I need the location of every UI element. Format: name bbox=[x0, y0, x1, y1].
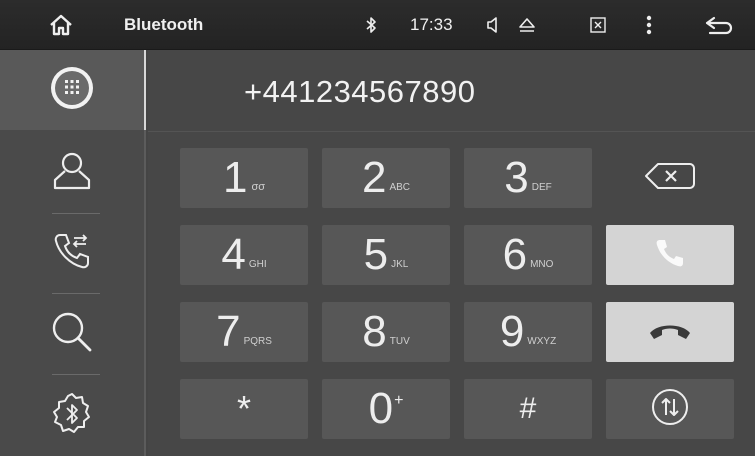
key-letters: MNO bbox=[530, 258, 554, 270]
switch-audio-button[interactable] bbox=[606, 379, 734, 439]
back-icon bbox=[704, 15, 734, 35]
hang-up-button[interactable] bbox=[606, 302, 734, 362]
sidebar-item-contacts[interactable] bbox=[0, 142, 144, 204]
sidebar-item-call-log[interactable] bbox=[0, 222, 144, 284]
call-log-icon bbox=[52, 231, 92, 276]
more-menu-button[interactable] bbox=[639, 0, 659, 50]
key-digit: 1 bbox=[222, 153, 248, 202]
contacts-icon bbox=[52, 150, 92, 197]
voicemail-label: σσ bbox=[251, 181, 266, 193]
dialer-panel: +441234567890 1 σσ 2 ABC 3 DEF 4 GHI 5 J… bbox=[148, 50, 755, 456]
key-plus: + bbox=[394, 392, 404, 409]
home-button[interactable] bbox=[44, 0, 78, 50]
sidebar-item-bluetooth-settings[interactable] bbox=[0, 384, 144, 448]
key-letters: WXYZ bbox=[527, 335, 557, 347]
bluetooth-status-icon bbox=[361, 0, 381, 50]
key-2[interactable]: 2 ABC bbox=[322, 148, 450, 208]
close-window-icon bbox=[590, 17, 606, 33]
key-digit: 2 bbox=[361, 153, 387, 202]
key-star[interactable]: * bbox=[180, 379, 308, 439]
clock: 17:33 bbox=[410, 15, 453, 34]
key-5[interactable]: 5 JKL bbox=[322, 225, 450, 285]
volume-icon bbox=[486, 17, 500, 33]
sidebar bbox=[0, 50, 146, 456]
key-1[interactable]: 1 σσ bbox=[180, 148, 308, 208]
eject-icon bbox=[518, 17, 536, 33]
key-digit: * bbox=[236, 388, 251, 429]
key-letters: DEF bbox=[531, 181, 552, 193]
key-digit: 7 bbox=[216, 307, 241, 356]
sidebar-item-dialpad[interactable] bbox=[0, 50, 144, 130]
hang-up-icon bbox=[648, 319, 692, 346]
switch-audio-icon bbox=[650, 387, 690, 432]
key-6[interactable]: 6 MNO bbox=[464, 225, 592, 285]
backspace-icon bbox=[644, 162, 696, 195]
sidebar-separator bbox=[52, 213, 100, 214]
search-icon bbox=[50, 310, 94, 359]
key-digit: 0 bbox=[368, 384, 394, 433]
backspace-button[interactable] bbox=[606, 148, 734, 208]
call-button[interactable] bbox=[606, 225, 734, 285]
sidebar-item-search[interactable] bbox=[0, 303, 144, 365]
key-letters: TUV bbox=[389, 335, 410, 347]
key-digit: 9 bbox=[499, 307, 525, 356]
key-7[interactable]: 7 PQRS bbox=[180, 302, 308, 362]
key-3[interactable]: 3 DEF bbox=[464, 148, 592, 208]
dialpad-icon bbox=[48, 64, 96, 117]
key-digit: 6 bbox=[502, 230, 528, 279]
close-window-button[interactable] bbox=[584, 0, 612, 50]
phone-number-display: +441234567890 bbox=[244, 74, 476, 109]
sidebar-divider bbox=[144, 50, 146, 456]
key-digit: 5 bbox=[363, 230, 389, 279]
sidebar-separator bbox=[52, 293, 100, 294]
call-icon bbox=[653, 236, 687, 275]
sidebar-separator bbox=[52, 374, 100, 375]
key-0[interactable]: 0 + bbox=[322, 379, 450, 439]
key-4[interactable]: 4 GHI bbox=[180, 225, 308, 285]
home-icon bbox=[49, 14, 73, 36]
back-button[interactable] bbox=[700, 0, 738, 50]
app-title: Bluetooth bbox=[124, 15, 204, 34]
eject-button[interactable] bbox=[512, 0, 542, 50]
key-digit: 3 bbox=[504, 153, 529, 202]
bluetooth-settings-icon bbox=[49, 391, 95, 442]
key-9[interactable]: 9 WXYZ bbox=[464, 302, 592, 362]
key-hash[interactable]: # bbox=[464, 379, 592, 439]
number-underline bbox=[148, 131, 755, 132]
key-letters: PQRS bbox=[243, 335, 272, 347]
more-menu-icon bbox=[646, 15, 652, 35]
key-digit: 4 bbox=[221, 230, 246, 279]
key-8[interactable]: 8 TUV bbox=[322, 302, 450, 362]
volume-button[interactable] bbox=[480, 0, 506, 50]
key-digit: 8 bbox=[362, 307, 387, 356]
key-digit: # bbox=[519, 392, 537, 425]
top-bar: Bluetooth 17:33 bbox=[0, 0, 755, 50]
key-letters: GHI bbox=[248, 258, 267, 270]
key-letters: ABC bbox=[389, 181, 411, 193]
key-letters: JKL bbox=[391, 258, 409, 270]
